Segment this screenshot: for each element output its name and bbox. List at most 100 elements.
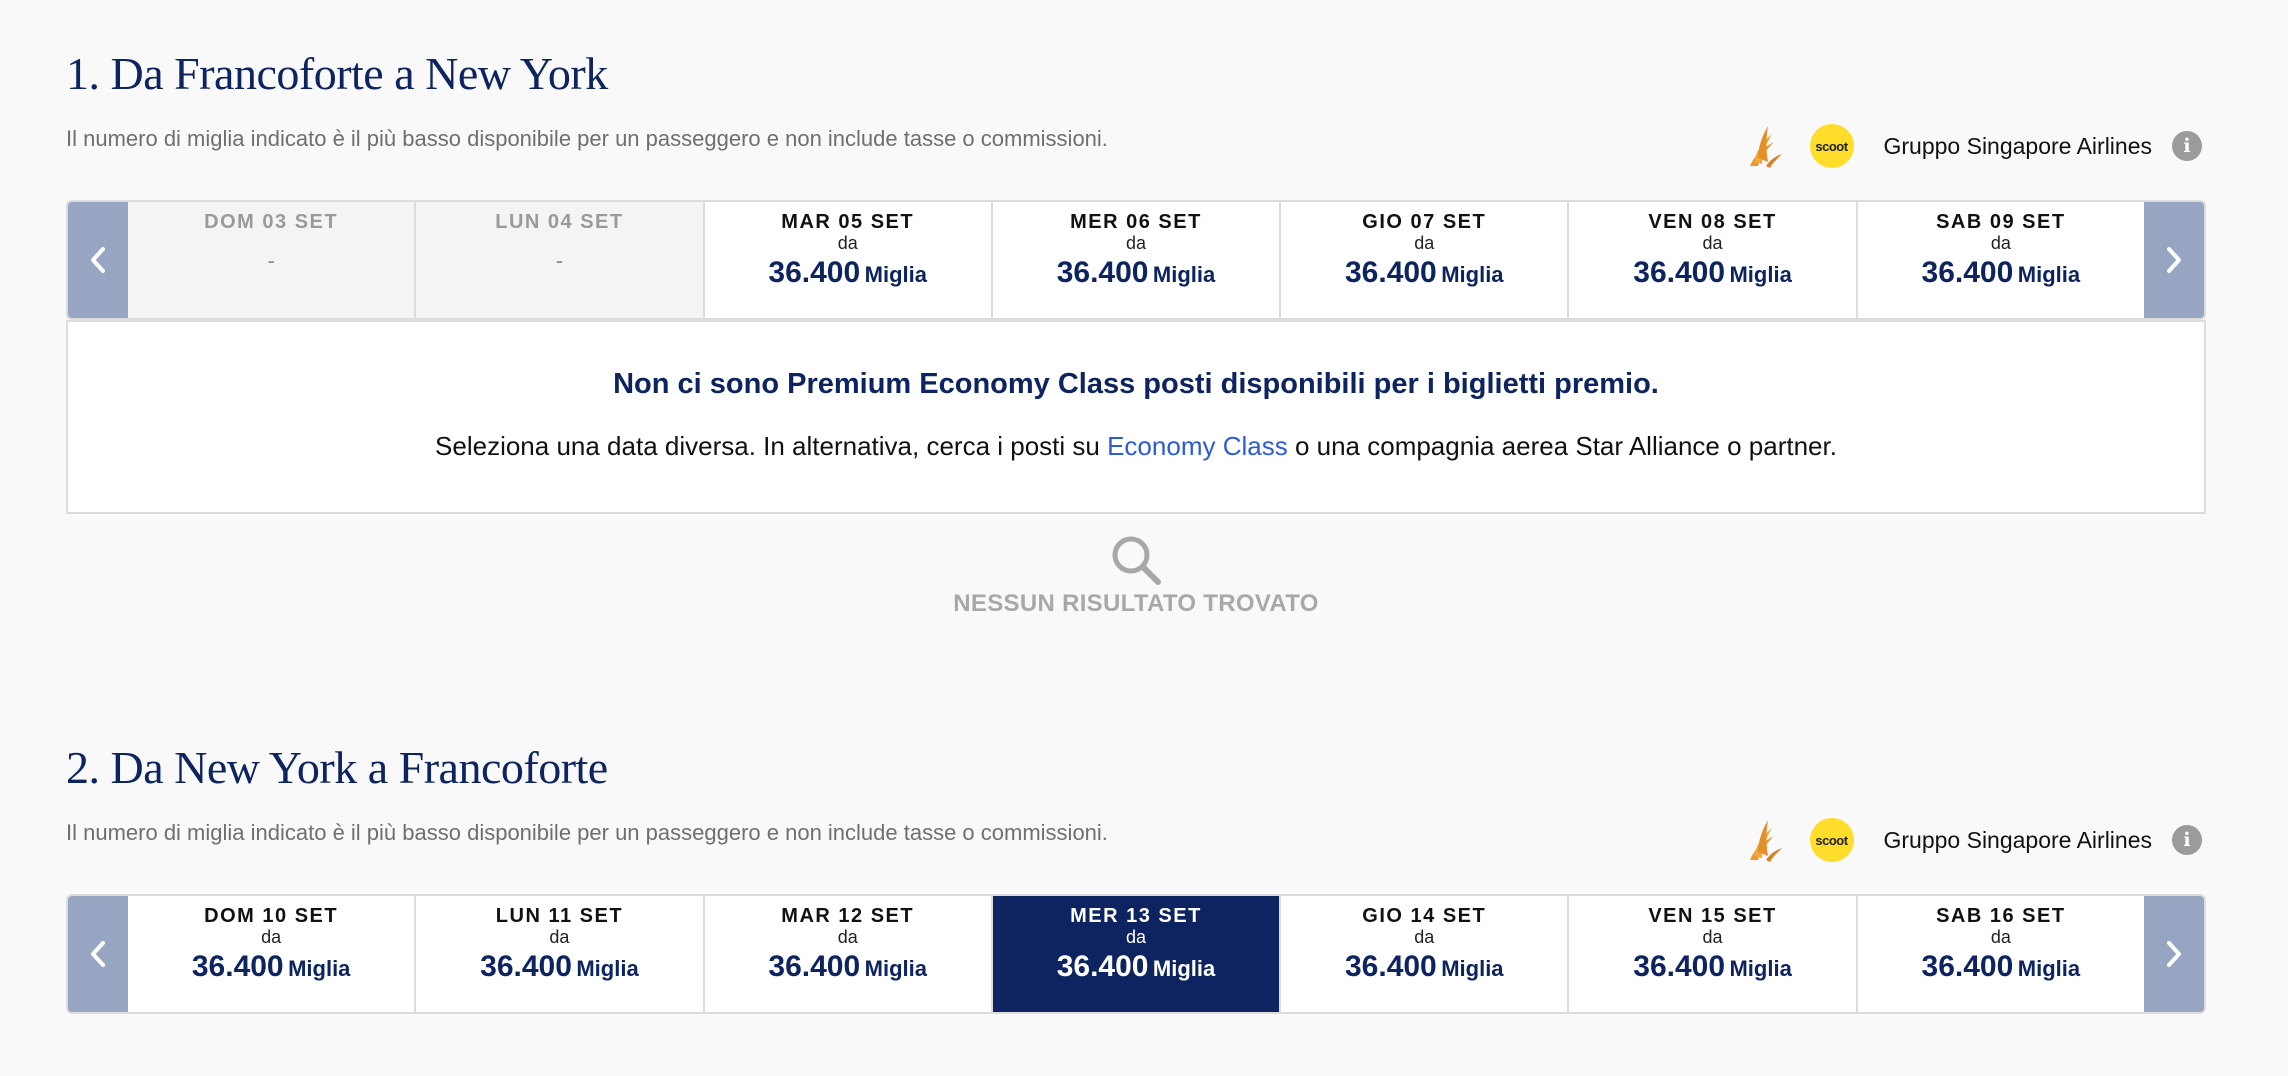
miles-unit: Miglia xyxy=(288,956,351,981)
price-from-label: da xyxy=(1990,927,2011,947)
date-cell-ven-15-set[interactable]: VEN 15 SET da 36.400 Miglia xyxy=(1569,896,1858,1012)
miles-price: 36.400 Miglia xyxy=(768,256,927,290)
date-label: LUN 04 SET xyxy=(495,211,624,233)
date-label: VEN 08 SET xyxy=(1648,211,1777,233)
date-cell-mer-06-set[interactable]: MER 06 SET da 36.400 Miglia xyxy=(992,202,1282,318)
miles-value: 36.400 xyxy=(768,256,861,289)
no-availability-message: Non ci sono Premium Economy Class posti … xyxy=(66,320,2206,514)
miles-note: Il numero di miglia indicato è il più ba… xyxy=(66,126,1108,151)
price-from-label: da xyxy=(1125,233,1146,253)
no-availability-body: Seleziona una data diversa. In alternati… xyxy=(68,431,2204,462)
date-cell-ven-08-set[interactable]: VEN 08 SET da 36.400 Miglia xyxy=(1569,202,1858,318)
outbound-date-selector: DOM 03 SET - LUN 04 SET - MAR 05 SET da … xyxy=(66,200,2206,320)
miles-unit: Miglia xyxy=(1729,262,1792,287)
miles-value: 36.400 xyxy=(1921,950,2014,983)
miles-price: 36.400 Miglia xyxy=(480,950,639,984)
chevron-left-icon xyxy=(91,941,105,967)
outbound-title: 1. Da Francoforte a New York xyxy=(66,48,608,99)
miles-value: 36.400 xyxy=(480,950,572,983)
miles-price: 36.400 Miglia xyxy=(192,950,351,984)
price-from-label: da xyxy=(549,927,570,947)
no-results: NESSUN RISULTATO TROVATO xyxy=(66,532,2206,618)
date-label: MER 13 SET xyxy=(1070,905,1202,927)
scoot-logo-icon: scoot xyxy=(1809,124,1854,168)
date-label: SAB 09 SET xyxy=(1936,211,2066,233)
next-dates-button[interactable] xyxy=(2144,896,2204,1012)
miles-price: 36.400 Miglia xyxy=(1922,256,2081,290)
miles-unit: Miglia xyxy=(864,956,927,981)
price-from-label: da xyxy=(837,233,858,253)
date-cell-sab-16-set[interactable]: SAB 16 SET da 36.400 Miglia xyxy=(1857,896,2144,1012)
chevron-left-icon xyxy=(91,247,105,273)
return-date-selector: DOM 10 SET da 36.400 Miglia LUN 11 SET d… xyxy=(66,894,2206,1014)
miles-value: 36.400 xyxy=(1344,950,1437,983)
date-label: MER 06 SET xyxy=(1070,211,1202,233)
unavailable-dash: - xyxy=(555,248,564,273)
miles-value: 36.400 xyxy=(191,950,284,983)
miles-price: 36.400 Miglia xyxy=(1633,256,1792,290)
date-cell-dom-10-set[interactable]: DOM 10 SET da 36.400 Miglia xyxy=(128,896,417,1012)
date-label: MAR 12 SET xyxy=(781,905,915,927)
miles-price: 36.400 Miglia xyxy=(1057,950,1216,984)
miles-value: 36.400 xyxy=(1921,256,2014,289)
airline-group-info: scoot Gruppo Singapore Airlines i xyxy=(1744,118,2202,174)
info-icon[interactable]: i xyxy=(2172,131,2202,161)
date-label: VEN 15 SET xyxy=(1648,905,1777,927)
airline-group-label: Gruppo Singapore Airlines xyxy=(1883,826,2153,853)
date-cell-mer-13-set-selected[interactable]: MER 13 SET da 36.400 Miglia xyxy=(992,896,1282,1012)
unavailable-dash: - xyxy=(267,248,275,273)
info-icon[interactable]: i xyxy=(2172,825,2202,855)
miles-value: 36.400 xyxy=(768,950,861,983)
economy-class-link[interactable]: Economy Class xyxy=(1107,431,1288,461)
miles-unit: Miglia xyxy=(576,956,639,981)
date-cell-lun-04-set: LUN 04 SET - xyxy=(416,202,705,318)
chevron-right-icon xyxy=(2167,941,2181,967)
scoot-logo-icon: scoot xyxy=(1809,818,1854,862)
date-label: LUN 11 SET xyxy=(495,905,624,927)
date-label: GIO 14 SET xyxy=(1362,905,1487,927)
miles-unit: Miglia xyxy=(1152,262,1216,287)
no-availability-title: Non ci sono Premium Economy Class posti … xyxy=(613,368,1659,400)
date-label: SAB 16 SET xyxy=(1936,905,2066,927)
previous-dates-button[interactable] xyxy=(68,202,128,318)
date-cell-gio-07-set[interactable]: GIO 07 SET da 36.400 Miglia xyxy=(1281,202,1570,318)
miles-price: 36.400 Miglia xyxy=(1922,950,2081,984)
next-dates-button[interactable] xyxy=(2144,202,2204,318)
date-label: MAR 05 SET xyxy=(781,211,915,233)
date-cell-mar-05-set[interactable]: MAR 05 SET da 36.400 Miglia xyxy=(704,202,993,318)
miles-value: 36.400 xyxy=(1633,950,1726,983)
search-icon xyxy=(1112,536,1161,585)
price-from-label: da xyxy=(261,927,282,947)
miles-price: 36.400 Miglia xyxy=(1345,950,1504,984)
no-results-text: NESSUN RISULTATO TROVATO xyxy=(953,590,1319,617)
miles-price: 36.400 Miglia xyxy=(768,950,927,984)
miles-note: Il numero di miglia indicato è il più ba… xyxy=(66,820,1108,845)
date-cell-lun-11-set[interactable]: LUN 11 SET da 36.400 Miglia xyxy=(416,896,705,1012)
previous-dates-button[interactable] xyxy=(68,896,128,1012)
miles-unit: Miglia xyxy=(1441,956,1504,981)
price-from-label: da xyxy=(837,927,858,947)
date-cell-gio-14-set[interactable]: GIO 14 SET da 36.400 Miglia xyxy=(1281,896,1570,1012)
date-label: DOM 03 SET xyxy=(204,211,339,233)
miles-value: 36.400 xyxy=(1633,256,1726,289)
miles-unit: Miglia xyxy=(2017,262,2081,287)
miles-unit: Miglia xyxy=(864,262,927,287)
chevron-right-icon xyxy=(2167,247,2181,273)
price-from-label: da xyxy=(1414,233,1435,253)
date-label: DOM 10 SET xyxy=(204,905,339,927)
price-from-label: da xyxy=(1125,927,1146,947)
singapore-airlines-logo-icon xyxy=(1749,126,1782,168)
message-text-before: Seleziona una data diversa. In alternati… xyxy=(435,431,1108,461)
date-cell-mar-12-set[interactable]: MAR 12 SET da 36.400 Miglia xyxy=(704,896,993,1012)
miles-value: 36.400 xyxy=(1344,256,1437,289)
message-text-after: o una compagnia aerea Star Alliance o pa… xyxy=(1287,431,1837,461)
return-section: 2. Da New York a Francoforte Il numero d… xyxy=(66,740,2206,1014)
miles-unit: Miglia xyxy=(1441,262,1504,287)
miles-price: 36.400 Miglia xyxy=(1345,256,1504,290)
miles-value: 36.400 xyxy=(1056,950,1149,983)
date-cell-sab-09-set[interactable]: SAB 09 SET da 36.400 Miglia xyxy=(1857,202,2144,318)
miles-unit: Miglia xyxy=(2017,956,2081,981)
outbound-section: 1. Da Francoforte a New York Il numero d… xyxy=(66,46,2206,617)
price-from-label: da xyxy=(1702,927,1723,947)
miles-unit: Miglia xyxy=(1152,956,1216,981)
